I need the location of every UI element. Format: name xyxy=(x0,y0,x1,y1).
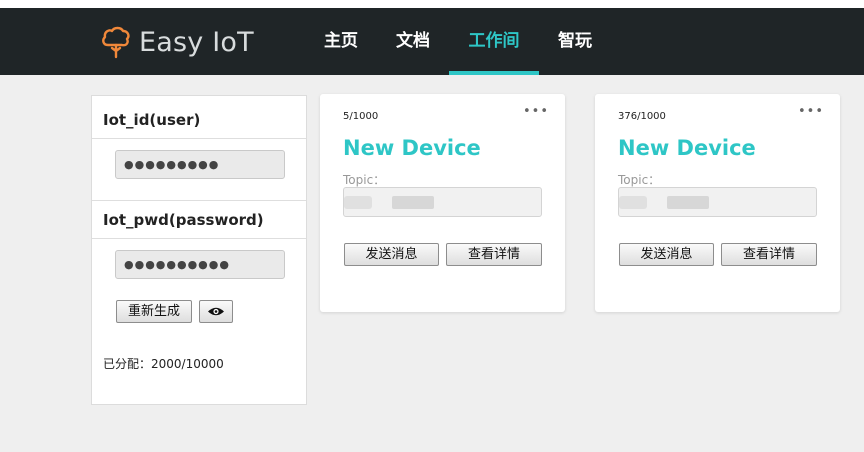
allocation-status: 已分配：2000/10000 xyxy=(103,355,224,372)
allocated-value: 2000/10000 xyxy=(151,357,224,371)
divider xyxy=(92,238,306,239)
iot-pwd-field[interactable]: ●●●●●●●●●● xyxy=(115,250,285,279)
divider xyxy=(92,138,306,139)
topic-label: Topic： xyxy=(343,173,386,187)
top-navigation-bar: Easy IoT 主页 文档 工作间 智玩 xyxy=(0,8,864,75)
show-password-button[interactable] xyxy=(199,300,233,323)
divider xyxy=(92,200,306,201)
device-name[interactable]: New Device xyxy=(343,136,481,160)
send-message-button[interactable]: 发送消息 xyxy=(619,243,714,266)
allocated-label: 已分配： xyxy=(103,357,152,371)
view-details-button[interactable]: 查看详情 xyxy=(446,243,542,266)
more-options-icon[interactable]: ••• xyxy=(523,104,549,119)
send-message-button[interactable]: 发送消息 xyxy=(344,243,439,266)
device-card: 376/1000 ••• New Device Topic： 发送消息 查看详情 xyxy=(595,94,840,312)
topic-field[interactable] xyxy=(343,187,542,217)
iot-pwd-label: Iot_pwd(password) xyxy=(103,211,264,229)
nav-home[interactable]: 主页 xyxy=(316,8,366,75)
message-count: 376/1000 xyxy=(618,111,666,122)
eye-icon xyxy=(208,307,224,316)
device-name[interactable]: New Device xyxy=(618,136,756,160)
nav-workspace[interactable]: 工作间 xyxy=(449,8,539,75)
regenerate-button[interactable]: 重新生成 xyxy=(116,300,192,323)
message-count: 5/1000 xyxy=(343,111,379,122)
brand-name: Easy IoT xyxy=(139,26,254,58)
nav-play[interactable]: 智玩 xyxy=(550,8,600,75)
view-details-button[interactable]: 查看详情 xyxy=(721,243,817,266)
topic-label: Topic： xyxy=(618,173,661,187)
credentials-panel: Iot_id(user) ●●●●●●●●● Iot_pwd(password)… xyxy=(91,95,307,405)
redacted-block xyxy=(667,196,709,209)
iot-id-label: Iot_id(user) xyxy=(103,111,201,129)
device-card: 5/1000 ••• New Device Topic： 发送消息 查看详情 xyxy=(320,94,565,312)
iot-id-field[interactable]: ●●●●●●●●● xyxy=(115,150,285,179)
redacted-block xyxy=(392,196,434,209)
logo[interactable]: Easy IoT xyxy=(101,24,254,60)
more-options-icon[interactable]: ••• xyxy=(798,104,824,119)
topic-field[interactable] xyxy=(618,187,817,217)
nav-docs[interactable]: 文档 xyxy=(388,8,438,75)
redacted-block xyxy=(344,196,372,209)
browser-top-strip xyxy=(0,0,864,8)
cloud-tree-icon xyxy=(102,26,130,59)
redacted-block xyxy=(619,196,647,209)
